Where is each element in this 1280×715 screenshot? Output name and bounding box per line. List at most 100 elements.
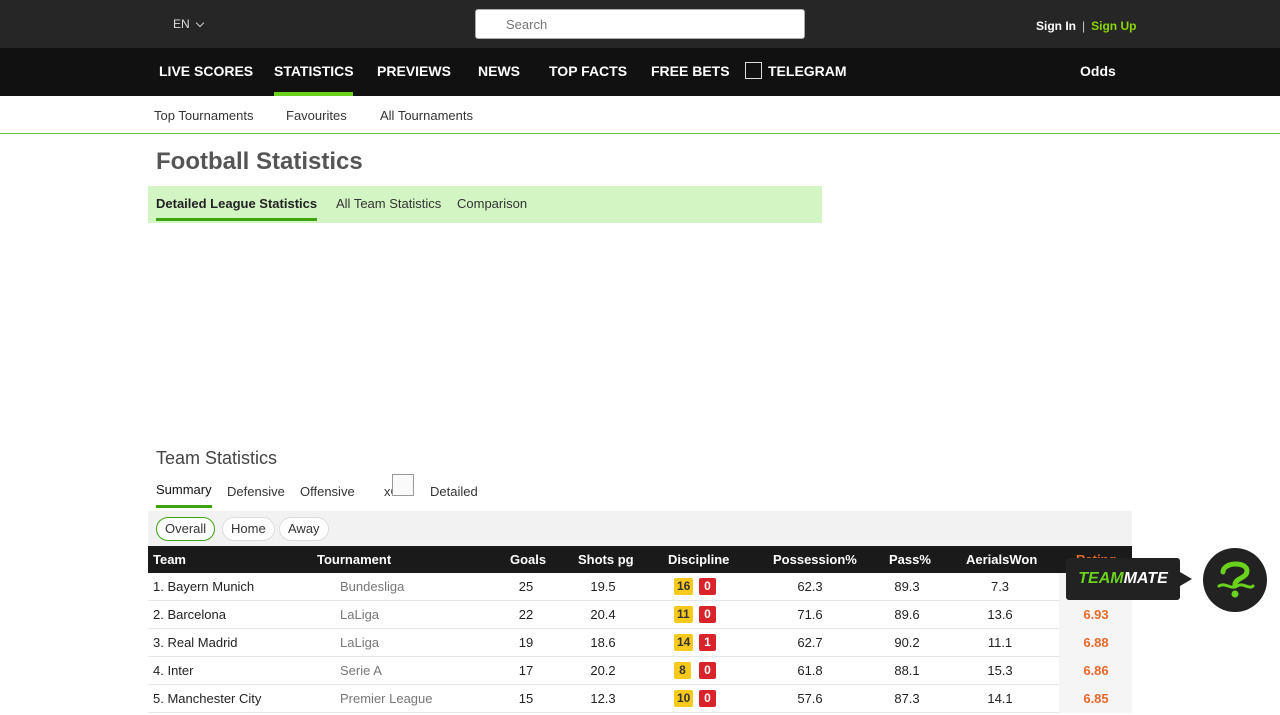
teammate-label-part1: TEAM	[1078, 570, 1124, 587]
yellow-card-count: 8	[674, 662, 691, 679]
header-shots[interactable]: Shots pg	[578, 552, 634, 567]
stats-tab-bar: Detailed League Statistics All Team Stat…	[148, 186, 822, 223]
language-selector[interactable]: EN	[173, 17, 204, 31]
tab-comparison[interactable]: Comparison	[457, 196, 527, 211]
sign-up-link[interactable]: Sign Up	[1091, 19, 1136, 33]
nav-free-bets[interactable]: FREE BETS	[651, 48, 730, 96]
pass-value: 88.1	[894, 663, 920, 678]
header-goals[interactable]: Goals	[510, 552, 546, 567]
teammate-label[interactable]: TEAMMATE	[1066, 558, 1180, 600]
filter-overall[interactable]: Overall	[156, 517, 216, 541]
nav-live-scores[interactable]: LIVE SCORES	[159, 48, 253, 96]
filter-away[interactable]: Away	[279, 517, 329, 541]
goals-value: 19	[518, 635, 534, 650]
goals-value: 25	[518, 579, 534, 594]
yellow-card-count: 11	[674, 606, 693, 623]
auth-separator: |	[1082, 19, 1086, 33]
pass-value: 89.3	[894, 579, 920, 594]
aerials-value: 15.3	[987, 663, 1013, 678]
subtab-offensive[interactable]: Offensive	[300, 484, 355, 499]
goals-value: 15	[518, 691, 534, 706]
header-discipline[interactable]: Discipline	[668, 552, 729, 567]
teammate-help-button[interactable]	[1203, 548, 1267, 612]
tab-detailed-league-statistics[interactable]: Detailed League Statistics	[156, 196, 318, 221]
table-row[interactable]: 2. Barcelona LaLiga 22 20.4 11 0 71.6 89…	[148, 601, 1132, 629]
shots-value: 18.6	[590, 635, 616, 650]
possession-value: 62.7	[797, 635, 823, 650]
tournament-name[interactable]: LaLiga	[340, 635, 379, 650]
teammate-label-part2: MATE	[1123, 570, 1168, 587]
red-card-count: 1	[699, 634, 716, 651]
nav-telegram-label: TELEGRAM	[768, 63, 847, 79]
goals-value: 17	[518, 663, 534, 678]
shots-value: 19.5	[590, 579, 616, 594]
subtab-summary[interactable]: Summary	[156, 482, 212, 508]
question-icon	[1217, 561, 1255, 598]
nav-statistics[interactable]: STATISTICS	[274, 48, 354, 96]
red-card-count: 0	[699, 606, 716, 623]
team-name[interactable]: 2. Barcelona	[153, 607, 226, 622]
goals-value: 22	[518, 607, 534, 622]
section-title: Team Statistics	[156, 448, 278, 468]
team-name[interactable]: 3. Real Madrid	[153, 635, 238, 650]
possession-value: 57.6	[797, 691, 823, 706]
nav-telegram[interactable]: TELEGRAM	[745, 48, 847, 96]
yellow-card-count: 16	[674, 578, 694, 595]
tournament-name[interactable]: LaLiga	[340, 607, 379, 622]
team-name[interactable]: 1. Bayern Munich	[153, 579, 254, 594]
subnav-top-tournaments[interactable]: Top Tournaments	[154, 108, 254, 123]
pass-value: 90.2	[894, 635, 920, 650]
nav-top-facts[interactable]: TOP FACTS	[549, 48, 627, 96]
team-name[interactable]: 5. Manchester City	[153, 691, 261, 706]
tournament-name[interactable]: Premier League	[340, 691, 433, 706]
nav-odds[interactable]: Odds	[1080, 48, 1116, 96]
yellow-card-count: 10	[674, 690, 694, 707]
telegram-icon	[745, 62, 762, 79]
aerials-value: 11.1	[987, 635, 1013, 650]
auth-links: Sign In | Sign Up	[1036, 19, 1136, 33]
tournament-name[interactable]: Bundesliga	[340, 579, 404, 594]
header-tournament[interactable]: Tournament	[317, 552, 391, 567]
subnav-all-tournaments[interactable]: All Tournaments	[380, 108, 473, 123]
chevron-down-icon	[195, 18, 204, 27]
header-possession[interactable]: Possession%	[773, 552, 857, 567]
search-input[interactable]	[475, 9, 805, 39]
red-card-count: 0	[699, 662, 716, 679]
page-title: Football Statistics	[156, 148, 363, 175]
sub-nav: Top Tournaments Favourites All Tournamen…	[0, 96, 1280, 134]
header-team[interactable]: Team	[153, 552, 186, 567]
main-nav: LIVE SCORES STATISTICS PREVIEWS NEWS TOP…	[0, 48, 1280, 96]
subtab-detailed[interactable]: Detailed	[430, 484, 478, 499]
table-row[interactable]: 1. Bayern Munich Bundesliga 25 19.5 16 0…	[148, 573, 1132, 601]
red-card-count: 0	[699, 690, 716, 707]
rating-value: 6.88	[1083, 635, 1109, 650]
table-row[interactable]: 4. Inter Serie A 17 20.2 8 0 61.8 88.1 1…	[148, 657, 1132, 685]
team-statistics-table: Team Tournament Goals Shots pg Disciplin…	[148, 546, 1132, 713]
sign-in-link[interactable]: Sign In	[1036, 19, 1076, 33]
nav-news[interactable]: NEWS	[478, 48, 520, 96]
top-bar: EN Sign In | Sign Up	[0, 0, 1280, 48]
red-card-count: 0	[699, 578, 716, 595]
nav-previews[interactable]: PREVIEWS	[377, 48, 451, 96]
filter-home[interactable]: Home	[222, 517, 275, 541]
rating-value: 6.93	[1083, 607, 1109, 622]
header-pass[interactable]: Pass%	[889, 552, 931, 567]
table-header: Team Tournament Goals Shots pg Disciplin…	[148, 546, 1132, 573]
header-aerials[interactable]: AerialsWon	[966, 552, 1037, 567]
possession-value: 71.6	[797, 607, 823, 622]
subnav-favourites[interactable]: Favourites	[286, 108, 347, 123]
shots-value: 20.2	[590, 663, 616, 678]
yellow-card-count: 14	[674, 634, 694, 651]
tab-all-team-statistics[interactable]: All Team Statistics	[336, 196, 441, 211]
filter-bar: Overall Home Away	[148, 511, 1132, 546]
language-label: EN	[173, 17, 190, 31]
tournament-name[interactable]: Serie A	[340, 663, 382, 678]
table-row[interactable]: 3. Real Madrid LaLiga 19 18.6 14 1 62.7 …	[148, 629, 1132, 657]
team-name[interactable]: 4. Inter	[153, 663, 193, 678]
table-row[interactable]: 5. Manchester City Premier League 15 12.…	[148, 685, 1132, 713]
teammate-pointer	[1180, 572, 1192, 586]
subtab-defensive[interactable]: Defensive	[227, 484, 285, 499]
pass-value: 89.6	[894, 607, 920, 622]
possession-value: 62.3	[797, 579, 823, 594]
pass-value: 87.3	[894, 691, 920, 706]
